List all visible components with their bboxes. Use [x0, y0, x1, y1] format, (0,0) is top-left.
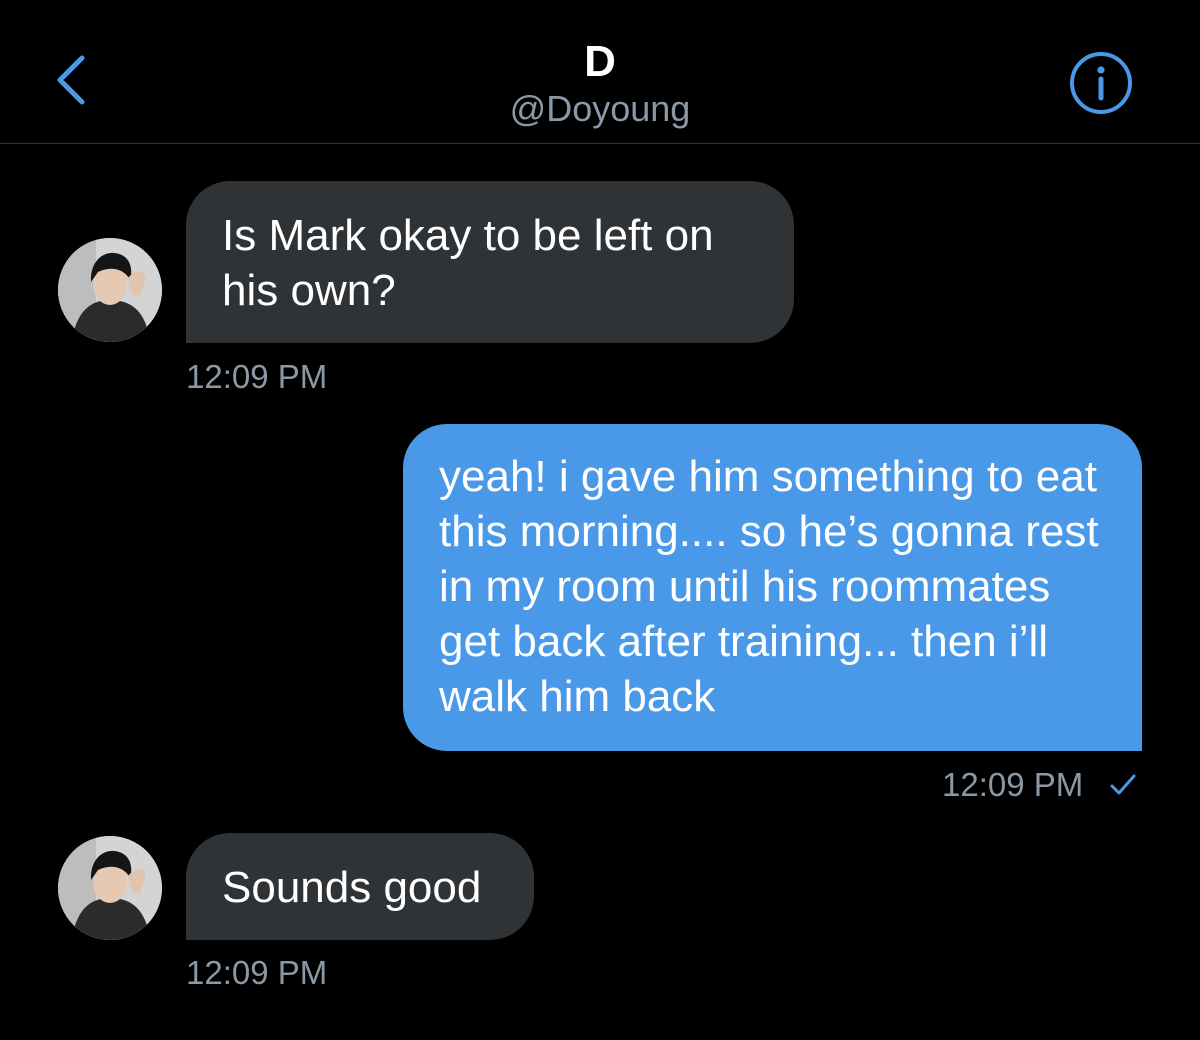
- info-button[interactable]: [1068, 50, 1134, 116]
- message-timestamp: 12:09 PM: [186, 954, 328, 991]
- avatar[interactable]: [58, 238, 162, 342]
- message-bubble-incoming[interactable]: Sounds good: [186, 833, 534, 940]
- avatar-photo: [58, 836, 162, 940]
- info-circle-icon: [1070, 52, 1132, 114]
- message-timestamp: 12:09 PM: [186, 358, 328, 395]
- conversation-handle: @Doyoung: [509, 88, 691, 129]
- avatar[interactable]: [58, 836, 162, 940]
- message-bubble-outgoing[interactable]: yeah! i gave him something to eat this m…: [403, 424, 1142, 751]
- checkmark-icon: [1110, 774, 1136, 795]
- avatar-photo: [58, 238, 162, 342]
- conversation-title: D: [584, 37, 616, 86]
- conversation-header: D @Doyoung: [0, 0, 1200, 144]
- message-bubble-incoming[interactable]: Is Mark okay to be left on his own?: [186, 181, 794, 343]
- message-timestamp: 12:09 PM: [942, 766, 1084, 803]
